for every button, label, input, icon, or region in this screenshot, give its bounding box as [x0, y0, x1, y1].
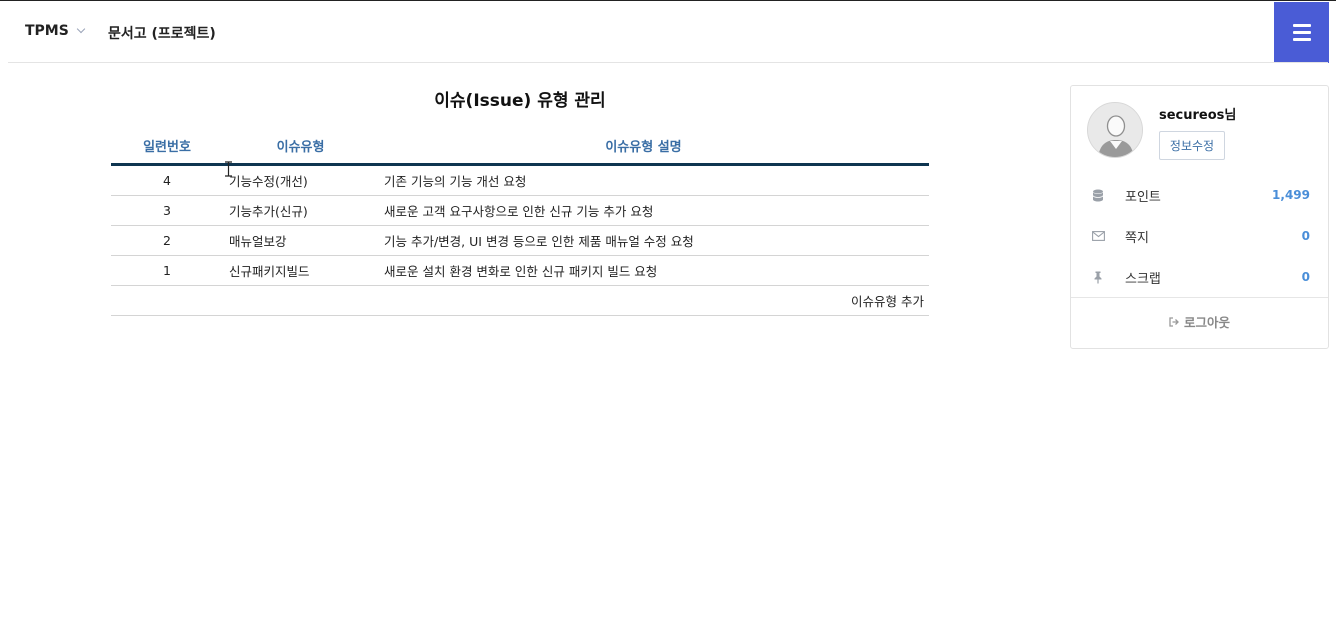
stat-value: 0	[1301, 270, 1310, 284]
sign-out-icon	[1169, 316, 1179, 327]
user-silhouette-icon	[1088, 103, 1142, 157]
menu-icon-bar	[1292, 31, 1311, 34]
logout-button[interactable]: 로그아웃	[1071, 312, 1328, 331]
table-row[interactable]: 2 매뉴얼보강 기능 추가/변경, UI 변경 등으로 인한 제품 매뉴얼 수정…	[111, 226, 929, 256]
stat-value: 0	[1301, 229, 1310, 243]
table-row[interactable]: 4 기능수정(개선) 기존 기능의 기능 개선 요청	[111, 166, 929, 196]
hamburger-menu-button[interactable]	[1274, 2, 1329, 63]
breadcrumb[interactable]: 문서고 (프로젝트)	[108, 23, 216, 43]
column-header-number: 일련번호	[143, 140, 191, 155]
user-panel: secureos님 정보수정 포인트 1,499 쪽지 0 스크랩 0 로그아웃	[1070, 85, 1329, 349]
text-cursor-icon	[225, 161, 232, 177]
row-number: 4	[163, 173, 171, 188]
stat-label: 쪽지	[1125, 230, 1149, 246]
column-header-type: 이슈유형	[276, 140, 325, 155]
table-row[interactable]: 3 기능추가(신규) 새로운 고객 요구사항으로 인한 신규 기능 추가 요청	[111, 196, 929, 226]
add-issue-type-link[interactable]: 이슈유형 추가	[851, 291, 929, 310]
row-number: 2	[163, 233, 171, 248]
table-footer: 이슈유형 추가	[111, 286, 929, 316]
header-divider	[8, 62, 1328, 63]
table-header: 일련번호 이슈유형 이슈유형 설명	[111, 128, 929, 166]
username: secureos님	[1159, 108, 1237, 123]
panel-divider	[1071, 297, 1328, 298]
row-type: 신규패키지빌드	[229, 264, 310, 279]
pin-icon	[1091, 270, 1105, 284]
brand-label: TPMS	[25, 23, 69, 39]
brand-menu[interactable]: TPMS	[25, 23, 86, 39]
row-type: 기능추가(신규)	[229, 204, 308, 219]
logout-label: 로그아웃	[1183, 315, 1230, 330]
avatar[interactable]	[1087, 102, 1143, 158]
column-header-description: 이슈유형 설명	[605, 140, 682, 155]
top-bar: TPMS 문서고 (프로젝트)	[0, 0, 1336, 63]
stat-messages[interactable]: 쪽지 0	[1071, 224, 1328, 248]
chevron-down-icon	[76, 24, 86, 34]
envelope-icon	[1091, 229, 1105, 243]
row-number: 3	[163, 203, 171, 218]
row-description: 새로운 설치 환경 변화로 인한 신규 패키지 빌드 요청	[384, 264, 658, 279]
stat-value: 1,499	[1272, 188, 1310, 202]
issue-type-table: 일련번호 이슈유형 이슈유형 설명 4 기능수정(개선) 기존 기능의 기능 개…	[111, 128, 929, 316]
row-description: 기존 기능의 기능 개선 요청	[384, 174, 527, 189]
row-number: 1	[163, 263, 171, 278]
stat-points[interactable]: 포인트 1,499	[1071, 183, 1328, 207]
menu-icon-bar	[1292, 38, 1311, 41]
row-type: 기능수정(개선)	[229, 174, 308, 189]
stat-scraps[interactable]: 스크랩 0	[1071, 265, 1328, 289]
row-type: 매뉴얼보강	[229, 234, 287, 249]
page-title: 이슈(Issue) 유형 관리	[434, 91, 606, 111]
row-description: 새로운 고객 요구사항으로 인한 신규 기능 추가 요청	[384, 204, 654, 219]
stat-label: 스크랩	[1125, 271, 1161, 287]
menu-icon-bar	[1292, 24, 1311, 27]
row-description: 기능 추가/변경, UI 변경 등으로 인한 제품 매뉴얼 수정 요청	[384, 234, 694, 249]
stat-label: 포인트	[1125, 189, 1161, 205]
table-row[interactable]: 1 신규패키지빌드 새로운 설치 환경 변화로 인한 신규 패키지 빌드 요청	[111, 256, 929, 286]
database-icon	[1091, 188, 1105, 202]
edit-profile-button[interactable]: 정보수정	[1159, 131, 1225, 160]
